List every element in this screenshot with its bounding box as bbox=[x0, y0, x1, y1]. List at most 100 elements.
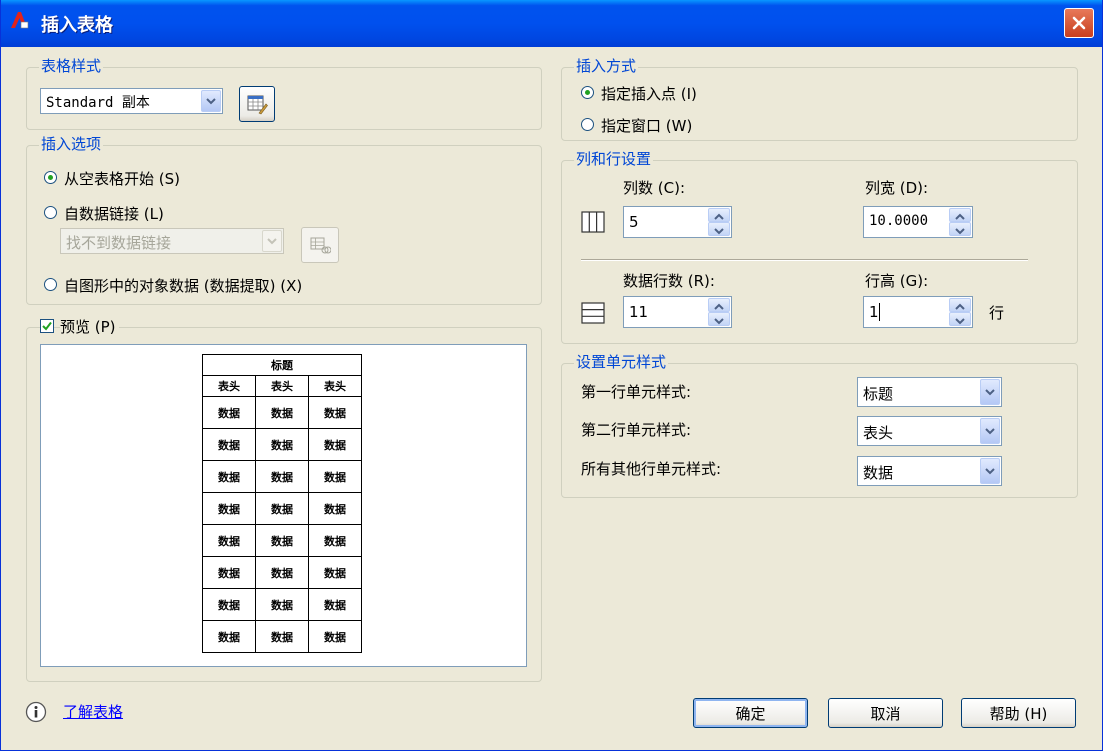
preview-data-cell: 数据 bbox=[255, 588, 309, 621]
preview-data-cell: 数据 bbox=[202, 428, 256, 461]
second-row-style-label: 第二行单元样式: bbox=[581, 421, 692, 439]
columns-spinner[interactable]: 5 bbox=[623, 206, 732, 238]
help-button[interactable]: 帮助 (H) bbox=[961, 698, 1076, 728]
insert-method-group-label: 插入方式 bbox=[574, 56, 639, 76]
preview-data-cell: 数据 bbox=[255, 620, 309, 653]
preview-data-cell: 数据 bbox=[202, 396, 256, 429]
preview-data-cell: 数据 bbox=[308, 588, 362, 621]
help-button-label: 帮助 (H) bbox=[989, 704, 1048, 723]
preview-header-cell: 表头 bbox=[308, 375, 362, 397]
other-rows-style-dropdown[interactable]: 数据 bbox=[857, 456, 1002, 486]
second-row-style-value: 表头 bbox=[863, 424, 894, 442]
preview-data-cell: 数据 bbox=[255, 492, 309, 525]
preview-data-cell: 数据 bbox=[255, 460, 309, 493]
second-row-style-dropdown[interactable]: 表头 bbox=[857, 416, 1002, 446]
row-height-value[interactable]: 1 bbox=[869, 303, 879, 321]
spin-down-icon[interactable] bbox=[708, 312, 730, 326]
col-width-value[interactable]: 10.0000 bbox=[869, 213, 928, 229]
row-height-label: 行高 (G): bbox=[865, 272, 929, 290]
from-empty-label[interactable]: 从空表格开始 (S) bbox=[64, 168, 180, 189]
close-icon bbox=[1072, 16, 1086, 30]
preview-data-cell: 数据 bbox=[202, 556, 256, 589]
autocad-app-icon bbox=[11, 12, 29, 29]
table-style-dialog-button[interactable] bbox=[239, 86, 275, 122]
cell-styles-group-label: 设置单元样式 bbox=[574, 352, 669, 372]
row-height-spinner[interactable]: 1 bbox=[863, 296, 973, 328]
from-datalink-radio[interactable] bbox=[44, 206, 57, 219]
insert-options-group-label: 插入选项 bbox=[39, 134, 104, 154]
row-height-unit: 行 bbox=[989, 304, 1005, 322]
preview-header-cell: 表头 bbox=[255, 375, 309, 397]
table-style-dropdown[interactable]: Standard 副本 bbox=[40, 88, 223, 114]
spin-up-icon[interactable] bbox=[708, 298, 730, 312]
insert-window-label[interactable]: 指定窗口 (W) bbox=[601, 115, 692, 136]
data-rows-value[interactable]: 11 bbox=[629, 303, 648, 321]
spin-up-icon[interactable] bbox=[708, 208, 730, 222]
insert-point-radio[interactable] bbox=[581, 86, 594, 99]
spin-down-icon[interactable] bbox=[949, 222, 971, 236]
insert-window-radio[interactable] bbox=[581, 118, 594, 131]
preview-data-cell: 数据 bbox=[255, 524, 309, 557]
preview-data-cell: 数据 bbox=[308, 620, 362, 653]
preview-data-cell: 数据 bbox=[255, 556, 309, 589]
preview-data-cell: 数据 bbox=[308, 524, 362, 557]
rows-cols-group-label: 列和行设置 bbox=[574, 149, 654, 169]
other-rows-style-value: 数据 bbox=[863, 464, 894, 482]
from-objects-radio[interactable] bbox=[44, 278, 57, 291]
preview-data-cell: 数据 bbox=[255, 428, 309, 461]
first-row-style-value: 标题 bbox=[863, 385, 894, 403]
insert-point-label[interactable]: 指定插入点 (I) bbox=[601, 83, 697, 104]
preview-data-cell: 数据 bbox=[202, 492, 256, 525]
title-bar: 插入表格 bbox=[1, 0, 1102, 47]
learn-tables-link[interactable]: 了解表格 bbox=[63, 701, 123, 722]
datalink-manager-button bbox=[301, 227, 339, 263]
columns-value[interactable]: 5 bbox=[629, 213, 639, 231]
insert-table-dialog: 插入表格 表格样式 Standard 副本 插入选项 从空表格开始 (S) 自数… bbox=[0, 0, 1103, 751]
chevron-down-icon bbox=[262, 230, 282, 252]
spin-up-icon[interactable] bbox=[949, 298, 971, 312]
chevron-down-icon bbox=[201, 90, 221, 112]
preview-data-cell: 数据 bbox=[202, 620, 256, 653]
spin-down-icon[interactable] bbox=[708, 222, 730, 236]
preview-data-cell: 数据 bbox=[308, 492, 362, 525]
spin-up-icon[interactable] bbox=[949, 208, 971, 222]
datalink-value: 找不到数据链接 bbox=[66, 234, 172, 252]
columns-label: 列数 (C): bbox=[623, 179, 685, 197]
preview-data-cell: 数据 bbox=[202, 588, 256, 621]
chevron-down-icon bbox=[980, 458, 1000, 484]
checkmark-icon bbox=[42, 321, 52, 331]
datalink-icon bbox=[310, 237, 331, 254]
close-button[interactable] bbox=[1064, 8, 1094, 38]
table-preview: 标题 表头 表头 表头 数据 数据 数据 数据 数据 数据 数据 数据 数据 数据 数据 数据 … bbox=[40, 344, 527, 667]
columns-icon bbox=[581, 211, 605, 233]
info-icon bbox=[25, 701, 47, 723]
preview-checkbox[interactable] bbox=[40, 319, 54, 333]
cancel-button[interactable]: 取消 bbox=[828, 698, 943, 728]
col-width-label: 列宽 (D): bbox=[865, 179, 929, 197]
ok-button-label: 确定 bbox=[735, 704, 766, 723]
from-objects-label[interactable]: 自图形中的对象数据 (数据提取) (X) bbox=[64, 275, 302, 296]
data-rows-label: 数据行数 (R): bbox=[623, 272, 715, 290]
from-datalink-label[interactable]: 自数据链接 (L) bbox=[64, 203, 164, 224]
window-title: 插入表格 bbox=[41, 15, 113, 36]
preview-data-cell: 数据 bbox=[308, 556, 362, 589]
preview-title-cell: 标题 bbox=[202, 354, 362, 376]
preview-data-cell: 数据 bbox=[308, 428, 362, 461]
datalink-dropdown: 找不到数据链接 bbox=[60, 228, 284, 254]
preview-header-cell: 表头 bbox=[202, 375, 256, 397]
preview-data-cell: 数据 bbox=[308, 460, 362, 493]
ok-button[interactable]: 确定 bbox=[693, 698, 808, 728]
from-empty-radio[interactable] bbox=[44, 171, 57, 184]
preview-data-cell: 数据 bbox=[255, 396, 309, 429]
rows-cols-separator bbox=[581, 259, 1028, 261]
chevron-down-icon bbox=[980, 418, 1000, 444]
spin-down-icon[interactable] bbox=[949, 312, 971, 326]
other-rows-style-label: 所有其他行单元样式: bbox=[581, 460, 722, 478]
data-rows-spinner[interactable]: 11 bbox=[623, 296, 732, 328]
col-width-spinner[interactable]: 10.0000 bbox=[863, 206, 973, 238]
cancel-button-label: 取消 bbox=[870, 704, 901, 723]
table-style-edit-icon bbox=[247, 95, 268, 115]
first-row-style-dropdown[interactable]: 标题 bbox=[857, 377, 1002, 407]
preview-data-cell: 数据 bbox=[202, 460, 256, 493]
preview-label[interactable]: 预览 (P) bbox=[60, 316, 119, 337]
